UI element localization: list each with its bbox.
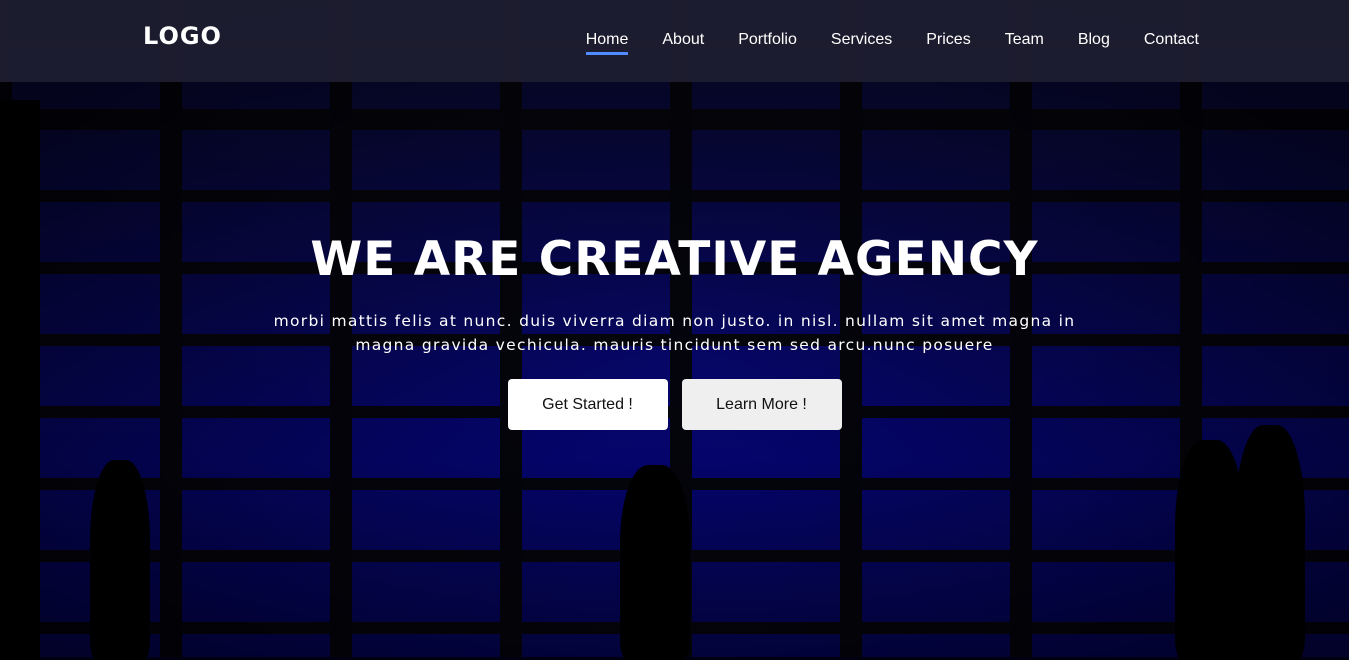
nav-contact[interactable]: Contact [1144,31,1199,55]
main-nav: Home About Portfolio Services Prices Tea… [585,31,1199,55]
nav-team[interactable]: Team [1005,31,1044,55]
nav-services[interactable]: Services [831,31,892,55]
get-started-button[interactable]: Get Started ! [507,379,668,430]
nav-about[interactable]: About [662,31,704,55]
top-navbar: LOGO Home About Portfolio Services Price… [0,0,1349,82]
hero-title: WE ARE CREATIVE AGENCY [310,232,1039,287]
nav-home[interactable]: Home [585,31,629,55]
hero-buttons: Get Started ! Learn More ! [0,379,1349,430]
nav-portfolio[interactable]: Portfolio [738,31,797,55]
silhouette-person [620,465,690,660]
learn-more-button[interactable]: Learn More ! [681,379,842,430]
hero-section: WE ARE CREATIVE AGENCY morbi mattis feli… [0,232,1349,430]
logo[interactable]: LOGO [143,22,222,50]
nav-blog[interactable]: Blog [1078,31,1110,55]
silhouette-person [1235,425,1305,660]
silhouette-person [90,460,150,660]
hero-subtitle: morbi mattis felis at nunc. duis viverra… [273,312,1076,354]
nav-prices[interactable]: Prices [926,31,970,55]
